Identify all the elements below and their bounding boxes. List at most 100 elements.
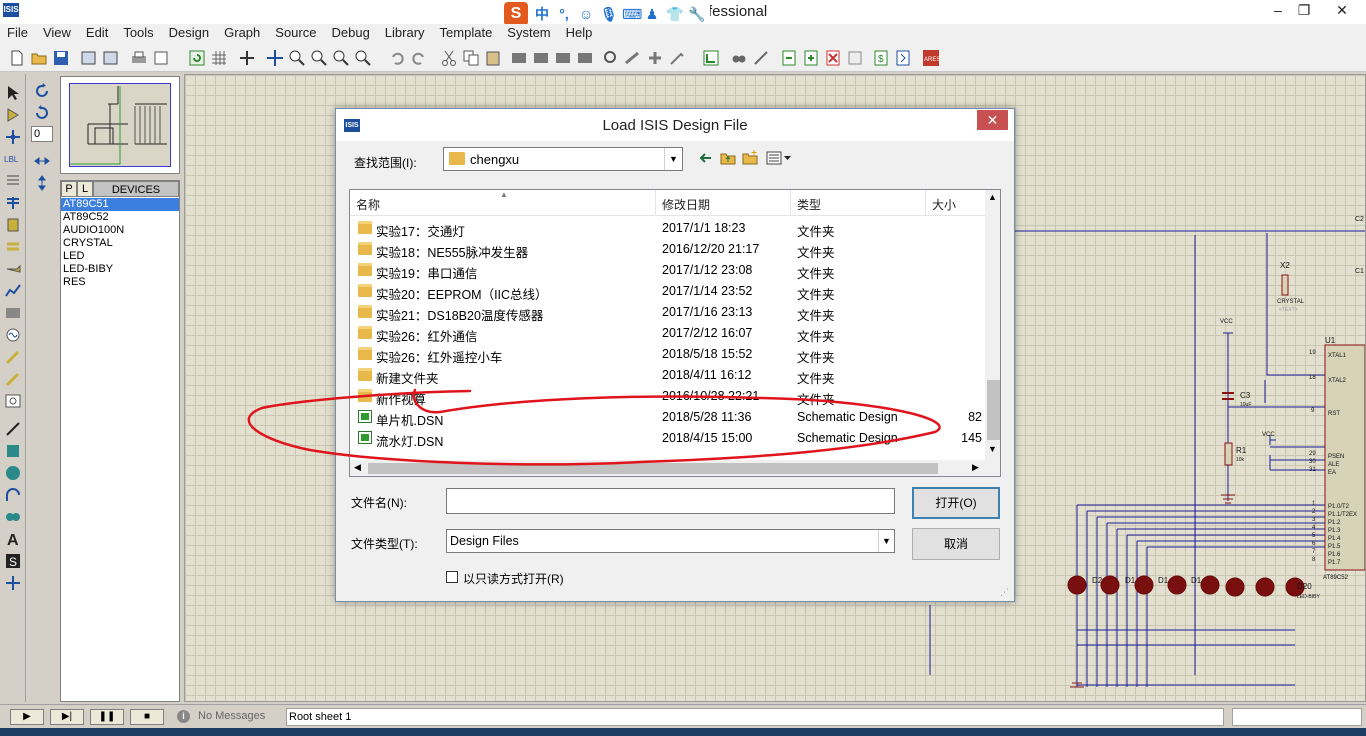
tape-recorder-icon[interactable] — [4, 304, 22, 322]
cancel-button[interactable]: 取消 — [912, 528, 1000, 560]
terminals-icon[interactable] — [4, 238, 22, 256]
symbol-tool-icon[interactable]: S — [4, 552, 22, 570]
mirror-horizontal-icon[interactable] — [33, 152, 51, 170]
sogou-logo-icon[interactable]: S — [504, 2, 528, 26]
pick-device-icon[interactable] — [602, 49, 620, 67]
horizontal-scrollbar[interactable]: ◀ ▶ — [350, 460, 986, 476]
scroll-up-icon[interactable]: ▲ — [988, 192, 997, 202]
block-move-icon[interactable] — [532, 49, 550, 67]
step-button[interactable]: ▶| — [50, 709, 84, 725]
folder-row[interactable]: 实验20：EEPROM（IIC总线） 2017/1/14 23:52 文件夹 — [350, 281, 986, 302]
resize-grip-icon[interactable]: ⋰ — [1000, 587, 1012, 599]
ime-punctuation-icon[interactable]: °, — [556, 6, 572, 22]
device-item-res[interactable]: RES — [61, 276, 179, 289]
overview-window[interactable] — [60, 76, 180, 174]
pan-icon[interactable] — [266, 49, 284, 67]
box-tool-icon[interactable] — [4, 442, 22, 460]
file-row[interactable]: 流水灯.DSN 2018/4/15 15:00 Schematic Design 14… — [350, 428, 986, 449]
chevron-down-icon[interactable]: ▼ — [664, 148, 682, 170]
readonly-label[interactable]: 以只读方式打开(R) — [463, 570, 564, 587]
folder-row[interactable]: 实验21：DS18B20温度传感器 2017/1/16 23:13 文件夹 — [350, 302, 986, 323]
open-button[interactable]: 打开(O) — [912, 487, 1000, 519]
block-delete-icon[interactable] — [576, 49, 594, 67]
zoom-all-icon[interactable] — [332, 49, 350, 67]
virtual-instruments-icon[interactable] — [4, 392, 22, 410]
cut-icon[interactable] — [440, 49, 458, 67]
voltage-probe-icon[interactable] — [4, 348, 22, 366]
folder-row[interactable]: 实验26：红外遥控小车 2018/5/18 15:52 文件夹 — [350, 344, 986, 365]
generator-icon[interactable] — [4, 326, 22, 344]
menu-source[interactable]: Source — [268, 24, 324, 44]
device-item-crystal[interactable]: CRYSTAL — [61, 237, 179, 250]
horizontal-scroll-thumb[interactable] — [368, 463, 938, 474]
new-sheet-icon[interactable] — [780, 49, 798, 67]
make-device-icon[interactable] — [624, 49, 642, 67]
text-tool-icon[interactable]: A — [4, 530, 22, 549]
ime-skin-icon[interactable]: 👕 — [666, 6, 683, 23]
print-icon[interactable] — [130, 49, 148, 67]
scroll-left-icon[interactable]: ◀ — [354, 462, 361, 473]
junction-dot-icon[interactable] — [4, 128, 22, 146]
menu-graph[interactable]: Graph — [217, 24, 268, 44]
column-size[interactable]: 大小 — [932, 196, 956, 213]
rotate-clockwise-icon[interactable] — [33, 82, 51, 100]
current-probe-icon[interactable] — [4, 370, 22, 388]
device-item-audio100n[interactable]: AUDIO100N — [61, 224, 179, 237]
readonly-checkbox[interactable] — [446, 571, 458, 583]
graph-mode-icon[interactable] — [4, 282, 22, 300]
menu-debug[interactable]: Debug — [324, 24, 377, 44]
rotation-angle-input[interactable]: 0 — [31, 126, 53, 142]
block-rotate-icon[interactable] — [554, 49, 572, 67]
zoom-to-child-icon[interactable] — [846, 49, 864, 67]
menu-library[interactable]: Library — [378, 24, 433, 44]
selection-mode-icon[interactable] — [4, 84, 22, 102]
folder-row[interactable]: 实验17：交通灯 2017/1/1 18:23 文件夹 — [350, 218, 986, 239]
ime-tools-icon[interactable]: 🔧 — [688, 6, 705, 23]
remove-sheet-icon[interactable] — [824, 49, 842, 67]
wire-autorouter-icon[interactable] — [702, 49, 720, 67]
wire-label-icon[interactable]: LBL — [4, 150, 22, 168]
ime-voice-icon[interactable]: 🎙 — [600, 6, 618, 23]
menu-template[interactable]: Template — [433, 24, 501, 44]
new-folder-icon[interactable] — [740, 149, 760, 167]
origin-icon[interactable] — [238, 49, 256, 67]
menu-tools[interactable]: Tools — [116, 24, 161, 44]
view-menu-icon[interactable] — [764, 149, 794, 167]
ime-user-icon[interactable]: ♟ — [644, 6, 660, 23]
filename-input[interactable] — [446, 488, 895, 514]
ime-keyboard-icon[interactable]: ⌨ — [622, 6, 642, 23]
new-file-icon[interactable] — [8, 49, 26, 67]
component-mode-icon[interactable] — [4, 106, 22, 124]
menu-system[interactable]: System — [500, 24, 558, 44]
folder-row[interactable]: 实验26：红外通信 2017/2/12 16:07 文件夹 — [350, 323, 986, 344]
bill-of-materials-icon[interactable]: $ — [872, 49, 890, 67]
pause-button[interactable]: ❚❚ — [90, 709, 124, 725]
marker-tool-icon[interactable] — [4, 574, 22, 592]
folder-row[interactable]: 新作视算 2016/10/28 22:21 文件夹 — [350, 386, 986, 407]
vertical-scroll-thumb[interactable] — [987, 380, 1000, 440]
zoom-in-icon[interactable] — [288, 49, 306, 67]
folder-row[interactable]: 新建文件夹 2018/4/11 16:12 文件夹 — [350, 365, 986, 386]
folder-row[interactable]: 实验18：NE555脉冲发生器 2016/12/20 21:17 文件夹 — [350, 239, 986, 260]
column-modified[interactable]: 修改日期 — [662, 196, 710, 213]
search-tag-icon[interactable] — [730, 49, 748, 67]
add-sheet-icon[interactable] — [802, 49, 820, 67]
file-row[interactable]: 单片机.DSN 2018/5/28 11:36 Schematic Design 82 — [350, 407, 986, 428]
print-area-icon[interactable] — [152, 49, 170, 67]
ime-chinese-mode-icon[interactable]: 中 — [534, 4, 550, 24]
refresh-icon[interactable] — [188, 49, 206, 67]
menu-view[interactable]: View — [36, 24, 79, 44]
grid-icon[interactable] — [210, 49, 228, 67]
column-name[interactable]: 名称 — [356, 196, 380, 213]
zoom-out-icon[interactable] — [310, 49, 328, 67]
stop-button[interactable]: ■ — [130, 709, 164, 725]
circle-tool-icon[interactable] — [4, 464, 22, 482]
menu-help[interactable]: Help — [559, 24, 601, 44]
export-icon[interactable] — [102, 49, 120, 67]
redo-icon[interactable] — [410, 49, 428, 67]
decompose-icon[interactable] — [668, 49, 686, 67]
import-icon[interactable] — [80, 49, 98, 67]
messages-status[interactable]: No Messages — [198, 710, 265, 722]
device-pins-icon[interactable] — [4, 260, 22, 278]
device-item-at89c51[interactable]: AT89C51 — [61, 198, 179, 211]
